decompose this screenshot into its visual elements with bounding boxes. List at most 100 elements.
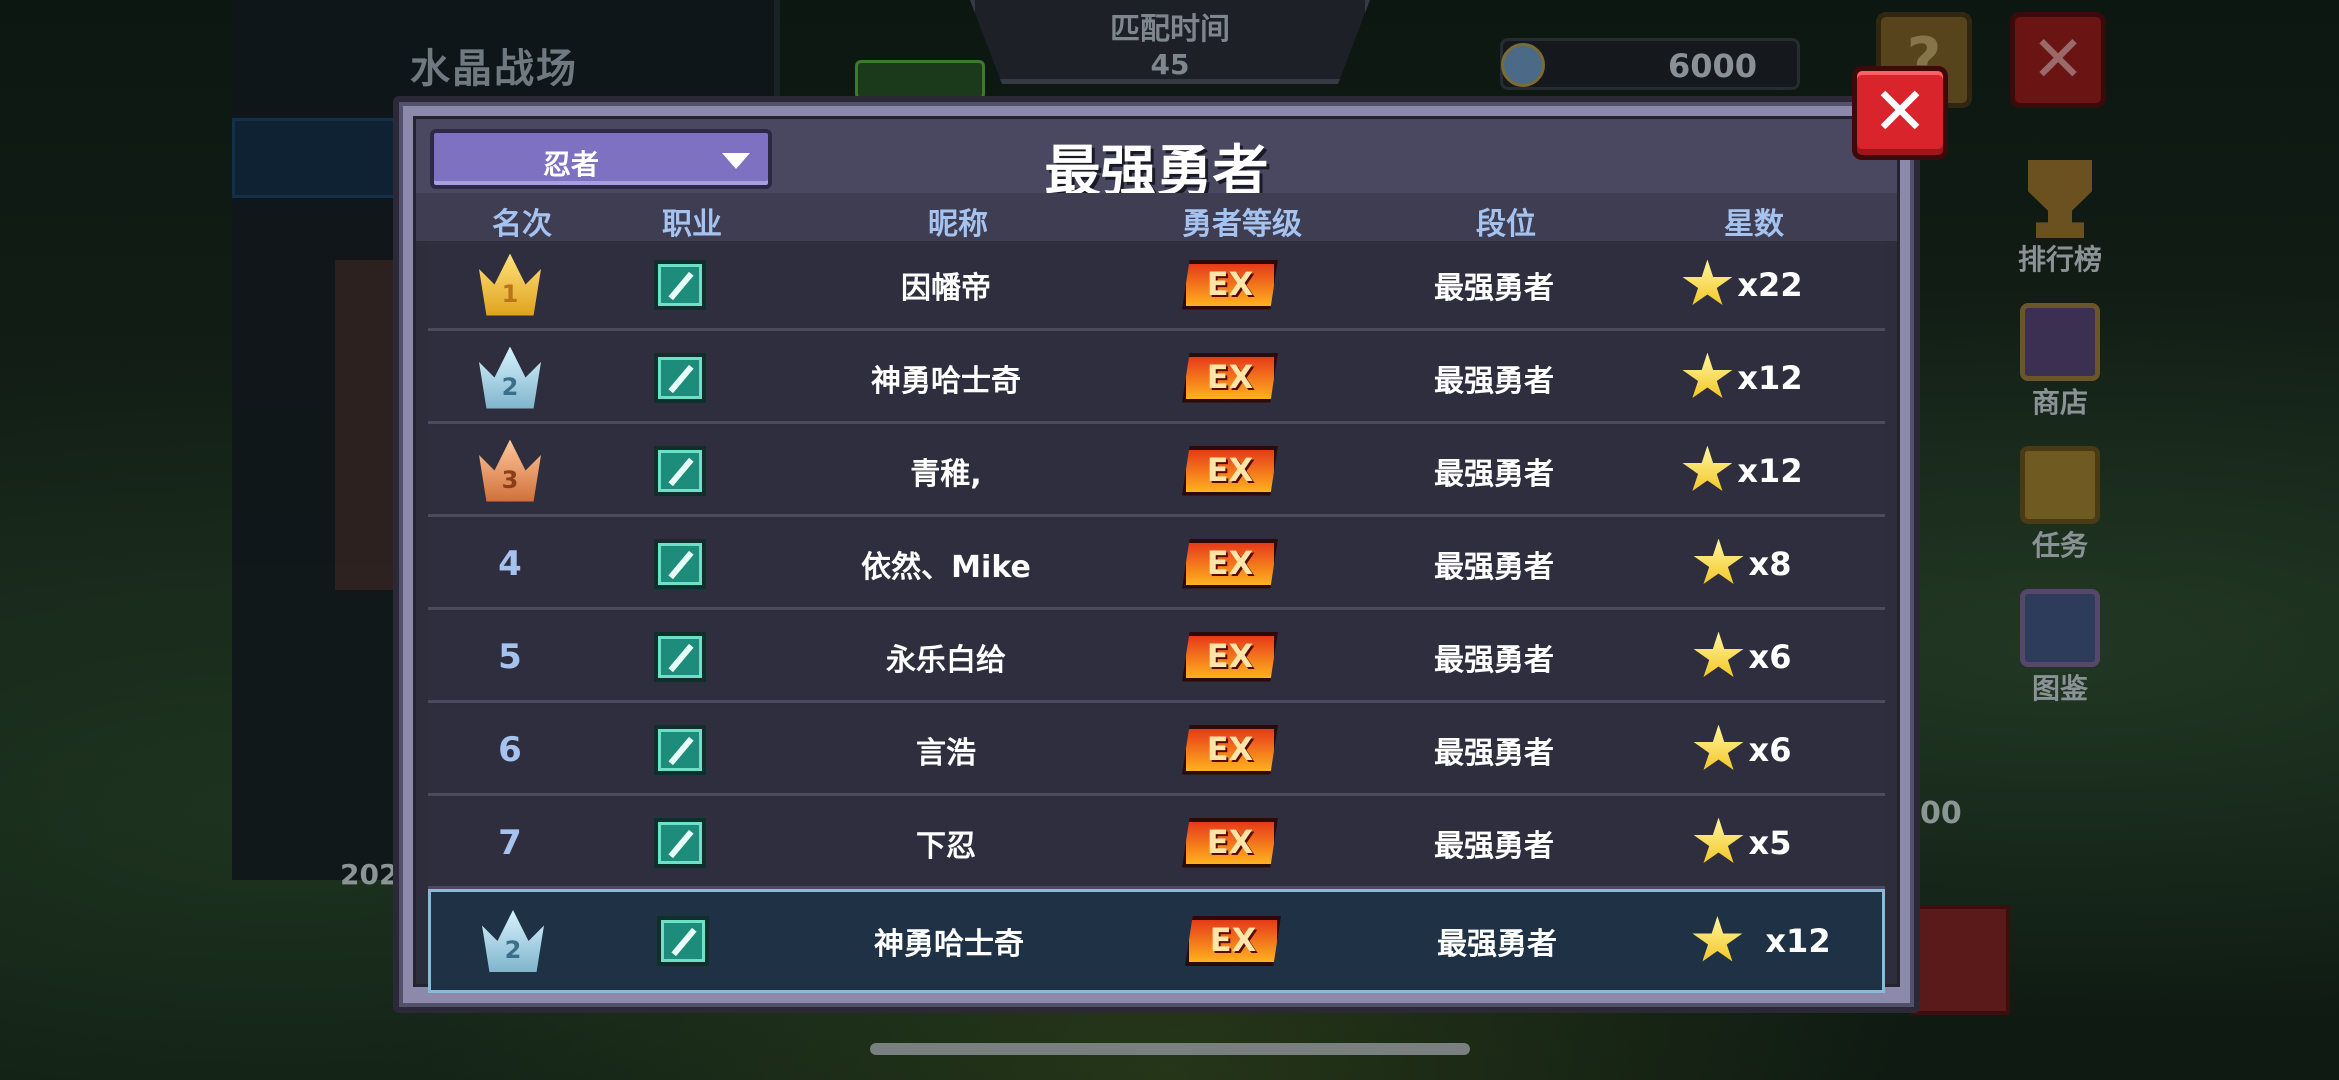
close-icon: ✕ bbox=[1872, 73, 1928, 150]
rank-number: 2 bbox=[501, 372, 519, 401]
ex-level-badge: EX bbox=[1182, 445, 1278, 496]
table-row[interactable]: 7 下忍 EX 最强勇者 x5 bbox=[428, 799, 1885, 889]
task-scroll-icon bbox=[2020, 446, 2100, 524]
dialog-body: 忍者 最强勇者 名次 职业 昵称 勇者等级 段位 星数 1 因幡帝 EX 最强勇… bbox=[413, 116, 1900, 993]
class-cell bbox=[654, 817, 706, 868]
nickname: 因幡帝 bbox=[901, 270, 991, 306]
silver-crown-icon: 2 bbox=[482, 910, 544, 972]
dialog-header: 忍者 最强勇者 bbox=[416, 119, 1897, 205]
star-count: x6 bbox=[1748, 637, 1792, 676]
ninja-class-icon bbox=[657, 916, 709, 966]
star-count: x12 bbox=[1765, 922, 1831, 960]
match-time-value: 45 bbox=[1150, 48, 1190, 81]
mode-title: 水晶战场 bbox=[410, 46, 578, 92]
background-red-button bbox=[1910, 905, 2010, 1015]
ex-level-badge: EX bbox=[1182, 724, 1278, 775]
coin-counter: 6000 bbox=[1500, 38, 1800, 90]
rank-cell: 3 bbox=[479, 439, 541, 502]
table-row[interactable]: 5 永乐白给 EX 最强勇者 x6 bbox=[428, 613, 1885, 703]
rank-cell: 1 bbox=[479, 253, 541, 316]
star-icon bbox=[1682, 259, 1733, 305]
column-header-nickname: 昵称 bbox=[928, 207, 988, 242]
column-header-tier: 段位 bbox=[1476, 207, 1536, 242]
column-header-hero-level: 勇者等级 bbox=[1182, 207, 1302, 242]
background-year-text: 202 bbox=[340, 858, 399, 891]
side-item-shop: 商店 bbox=[2000, 303, 2120, 446]
tier: 最强勇者 bbox=[1437, 927, 1557, 962]
stars-cell: x22 bbox=[1681, 259, 1803, 310]
stars-cell: x5 bbox=[1693, 817, 1792, 868]
trophy-icon bbox=[2028, 160, 2092, 238]
nickname: 永乐白给 bbox=[886, 642, 1006, 678]
side-item-label: 商店 bbox=[2031, 386, 2088, 419]
level-cell: EX bbox=[1182, 724, 1278, 775]
table-row[interactable]: 2 神勇哈士奇 EX 最强勇者 x12 bbox=[428, 334, 1885, 424]
shop-icon bbox=[2020, 303, 2100, 381]
table-row[interactable]: 3 青稚, EX 最强勇者 x12 bbox=[428, 427, 1885, 517]
nickname: 下忍 bbox=[916, 828, 976, 864]
side-menu: 排行榜 商店 任务 图鉴 bbox=[2000, 160, 2120, 732]
background-close-button: ✕ bbox=[2010, 12, 2106, 108]
leaderboard-table: 1 因幡帝 EX 最强勇者 x22 2 神勇哈士奇 EX 最强勇者 x12 3 … bbox=[416, 241, 1897, 993]
close-button[interactable]: ✕ bbox=[1852, 66, 1948, 160]
tier: 最强勇者 bbox=[1434, 642, 1554, 678]
star-count: x22 bbox=[1737, 265, 1803, 304]
stars-cell: x12 bbox=[1681, 445, 1803, 496]
ex-level-badge: EX bbox=[1185, 916, 1281, 966]
ninja-class-icon bbox=[654, 259, 706, 310]
tier: 最强勇者 bbox=[1434, 363, 1554, 399]
tier: 最强勇者 bbox=[1434, 549, 1554, 585]
ninja-class-icon bbox=[654, 631, 706, 682]
star-count: x5 bbox=[1748, 823, 1792, 862]
ex-level-badge: EX bbox=[1182, 817, 1278, 868]
ninja-class-icon bbox=[654, 724, 706, 775]
star-count: x12 bbox=[1737, 358, 1803, 397]
star-icon bbox=[1682, 445, 1733, 491]
tier: 最强勇者 bbox=[1434, 270, 1554, 306]
level-cell: EX bbox=[1182, 817, 1278, 868]
rank-cell: 2 bbox=[479, 346, 541, 409]
tier: 最强勇者 bbox=[1434, 828, 1554, 864]
side-item-label: 任务 bbox=[2031, 529, 2088, 562]
gold-crown-icon: 1 bbox=[479, 253, 541, 316]
star-icon bbox=[1693, 631, 1744, 677]
stars-cell: x6 bbox=[1693, 631, 1792, 682]
stars-cell: x12 bbox=[1681, 352, 1803, 403]
codex-icon bbox=[2020, 589, 2100, 667]
match-time-label: 匹配时间 bbox=[1110, 12, 1230, 47]
star-count: x8 bbox=[1748, 544, 1792, 583]
class-cell bbox=[654, 352, 706, 403]
table-row[interactable]: 1 因幡帝 EX 最强勇者 x22 bbox=[428, 241, 1885, 331]
column-header-stars: 星数 bbox=[1724, 207, 1784, 242]
column-header-rank: 名次 bbox=[492, 207, 552, 242]
nickname: 言浩 bbox=[916, 735, 976, 771]
ex-level-badge: EX bbox=[1182, 538, 1278, 589]
stars-cell: x12 bbox=[1691, 916, 1831, 966]
rank-number: 7 bbox=[498, 822, 522, 863]
self-rank-row[interactable]: 2 神勇哈士奇 EX 最强勇者 x12 bbox=[428, 889, 1885, 993]
coin-value: 6000 bbox=[1667, 47, 1757, 85]
background-tab bbox=[232, 118, 412, 198]
side-item-label: 图鉴 bbox=[2031, 672, 2088, 705]
stars-cell: x8 bbox=[1693, 538, 1792, 589]
home-indicator[interactable] bbox=[870, 1043, 1470, 1055]
silver-crown-icon: 2 bbox=[479, 346, 541, 409]
nickname: 依然、Mike bbox=[861, 549, 1031, 585]
class-cell bbox=[654, 724, 706, 775]
table-row[interactable]: 6 言浩 EX 最强勇者 x6 bbox=[428, 706, 1885, 796]
level-cell: EX bbox=[1185, 916, 1281, 966]
level-cell: EX bbox=[1182, 538, 1278, 589]
level-cell: EX bbox=[1182, 352, 1278, 403]
table-row[interactable]: 4 依然、Mike EX 最强勇者 x8 bbox=[428, 520, 1885, 610]
star-count: x12 bbox=[1737, 451, 1803, 490]
class-cell bbox=[654, 259, 706, 310]
ex-level-badge: EX bbox=[1182, 259, 1278, 310]
star-count: x6 bbox=[1748, 730, 1792, 769]
coin-icon bbox=[1501, 43, 1545, 87]
column-header-class: 职业 bbox=[662, 207, 722, 242]
rank-number: 5 bbox=[498, 636, 522, 677]
rank-number: 3 bbox=[501, 465, 519, 494]
rank-number: 4 bbox=[498, 543, 522, 584]
background-number-text: 00 bbox=[1920, 796, 1962, 831]
side-item-leaderboard: 排行榜 bbox=[2000, 160, 2120, 303]
